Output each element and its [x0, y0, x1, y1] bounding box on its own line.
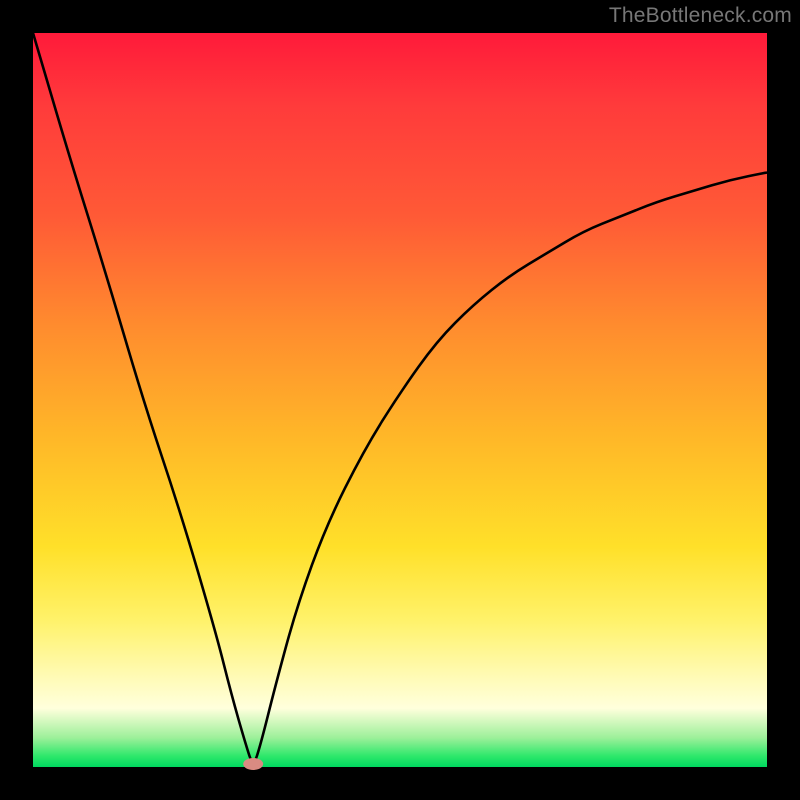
chart-frame: TheBottleneck.com	[0, 0, 800, 800]
bottleneck-curve	[33, 33, 767, 762]
plot-area	[33, 33, 767, 767]
min-marker	[243, 758, 263, 770]
chart-svg	[33, 33, 767, 767]
watermark-text: TheBottleneck.com	[609, 4, 792, 28]
